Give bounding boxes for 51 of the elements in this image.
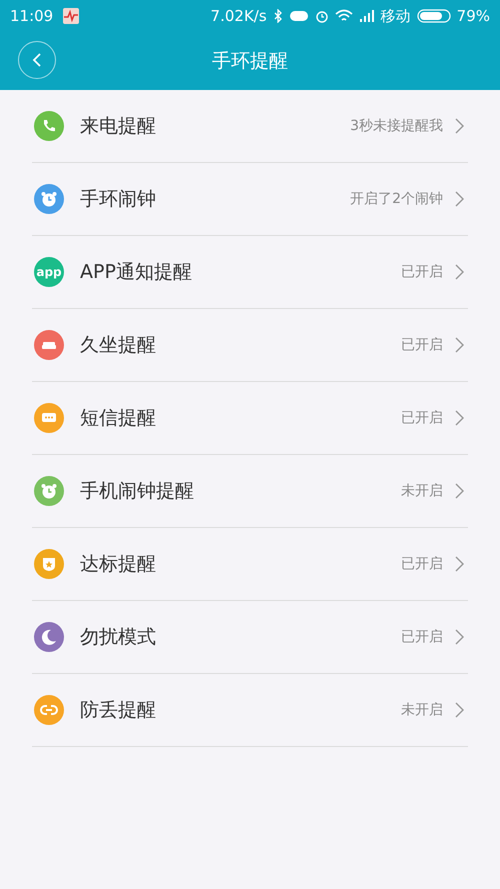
app-icon: app <box>34 257 64 287</box>
item-status: 3秒未接提醒我 <box>350 117 443 135</box>
chevron-icon <box>455 629 464 645</box>
item-status: 已开启 <box>401 628 443 646</box>
item-status: 已开启 <box>401 263 443 281</box>
item-label: APP通知提醒 <box>80 260 193 285</box>
battery-percent: 79% <box>456 7 490 25</box>
page-title: 手环提醒 <box>212 49 288 74</box>
carrier-name: 移动 <box>380 6 411 26</box>
toggle-icon <box>288 10 309 22</box>
item-label: 手机闹钟提醒 <box>80 479 195 504</box>
list-item[interactable]: app APP通知提醒 已开启 <box>32 236 468 309</box>
battery-icon <box>416 9 451 23</box>
chevron-icon <box>455 556 464 572</box>
item-status: 开启了2个闹钟 <box>350 190 443 208</box>
chevron-icon <box>455 118 464 134</box>
list-item[interactable]: 手机闹钟提醒 未开启 <box>32 455 468 528</box>
list-item[interactable]: 手环闹钟 开启了2个闹钟 <box>32 163 468 236</box>
item-label: 手环闹钟 <box>80 187 157 212</box>
back-icon <box>31 52 43 68</box>
item-status: 未开启 <box>401 482 443 500</box>
signal-icon <box>358 10 375 22</box>
bluetooth-icon <box>272 9 283 23</box>
list-item[interactable]: 勿扰模式 已开启 <box>32 601 468 674</box>
item-label: 防丢提醒 <box>80 698 157 723</box>
item-label: 达标提醒 <box>80 552 157 577</box>
item-label: 勿扰模式 <box>80 625 157 650</box>
list-item[interactable]: 久坐提醒 已开启 <box>32 309 468 382</box>
chevron-icon <box>455 191 464 207</box>
wifi-icon <box>334 9 353 23</box>
list-item[interactable]: 达标提醒 已开启 <box>32 528 468 601</box>
item-label: 久坐提醒 <box>80 333 157 358</box>
chevron-icon <box>455 337 464 353</box>
item-status: 未开启 <box>401 701 443 719</box>
item-status: 已开启 <box>401 336 443 354</box>
chevron-icon <box>455 702 464 718</box>
chevron-icon <box>455 483 464 499</box>
item-status: 已开启 <box>401 409 443 427</box>
alarm-icon <box>314 9 329 23</box>
network-speed: 7.02K/s <box>210 7 267 25</box>
heartbeat-icon <box>63 8 80 24</box>
chevron-icon <box>455 410 464 426</box>
list-item[interactable]: 短信提醒 已开启 <box>32 382 468 455</box>
status-time: 11:09 <box>10 7 54 25</box>
item-label: 来电提醒 <box>80 114 157 139</box>
chevron-icon <box>455 264 464 280</box>
back-button[interactable] <box>18 41 56 79</box>
list-item[interactable]: 防丢提醒 未开启 <box>32 674 468 747</box>
item-status: 已开启 <box>401 555 443 573</box>
item-label: 短信提醒 <box>80 406 157 431</box>
list-item[interactable]: 来电提醒 3秒未接提醒我 <box>32 90 468 163</box>
